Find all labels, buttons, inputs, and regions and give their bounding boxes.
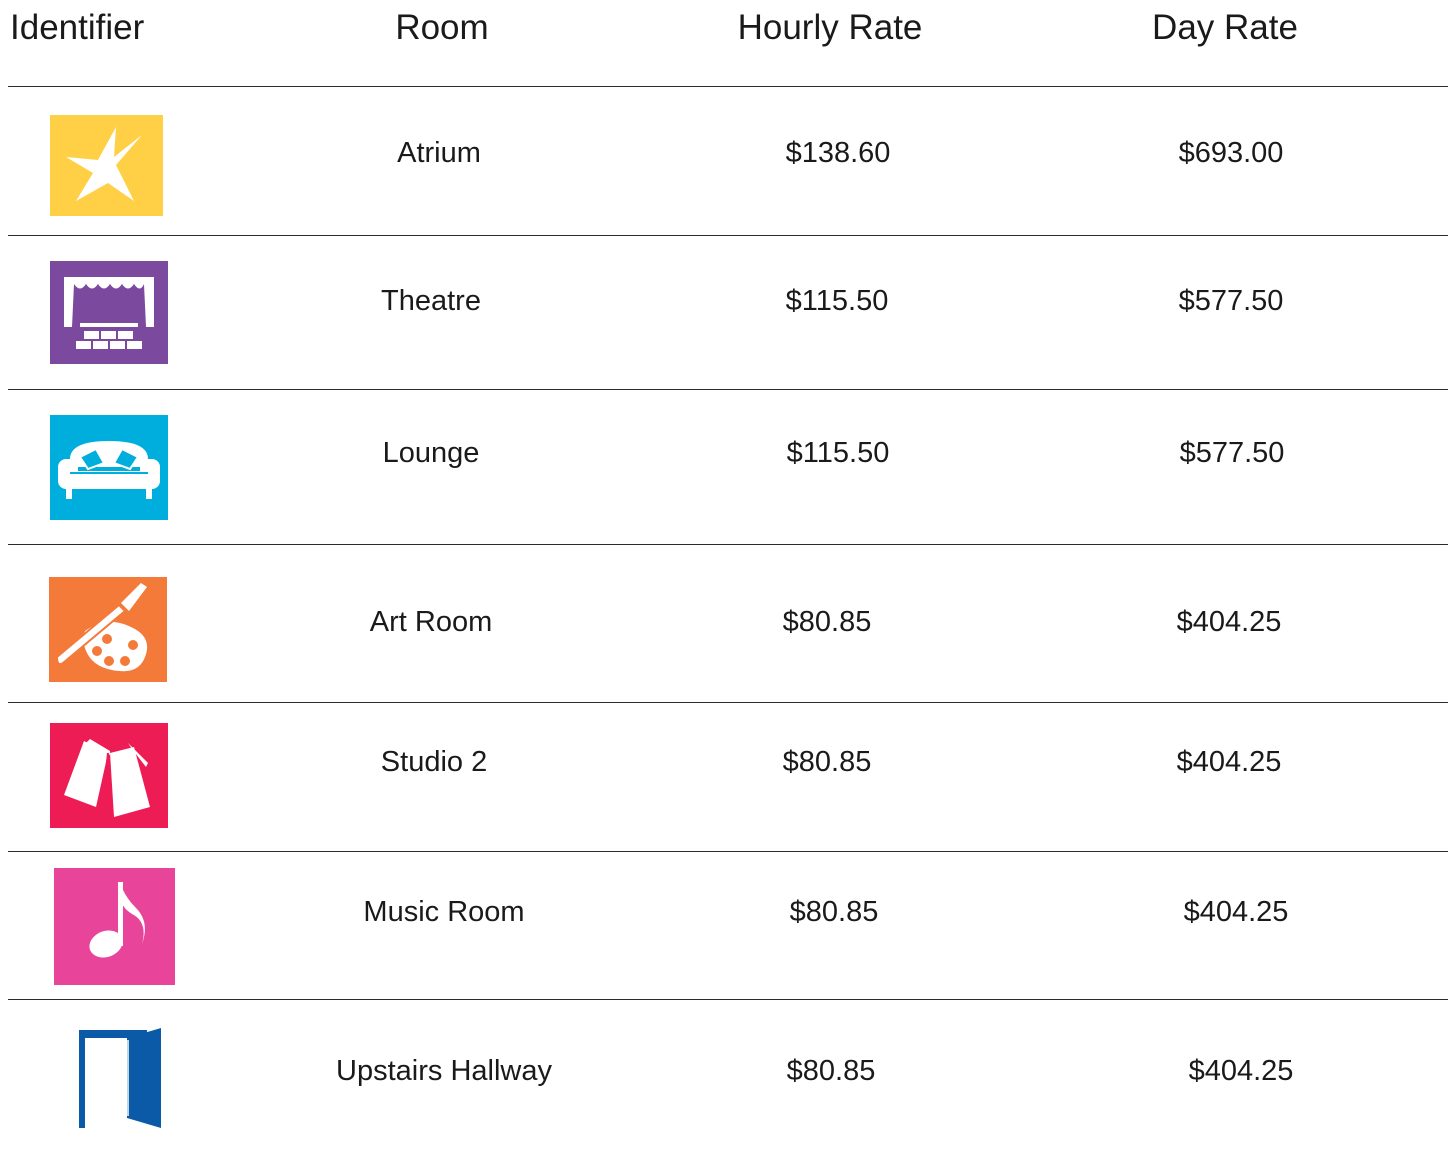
hourly-rate: $115.50 bbox=[786, 437, 890, 469]
room-name: Art Room bbox=[369, 606, 493, 638]
room-name: Atrium bbox=[397, 137, 481, 169]
divider bbox=[8, 235, 1448, 236]
day-rate: $577.50 bbox=[1178, 285, 1284, 317]
divider bbox=[8, 999, 1448, 1000]
day-rate: $693.00 bbox=[1178, 137, 1284, 169]
paint-palette-icon bbox=[49, 577, 167, 682]
hourly-rate: $80.85 bbox=[789, 896, 879, 928]
room-name: Studio 2 bbox=[380, 746, 488, 778]
day-rate: $577.50 bbox=[1179, 437, 1285, 469]
day-rate: $404.25 bbox=[1183, 896, 1289, 928]
divider bbox=[8, 389, 1448, 390]
header-day-rate: Day Rate bbox=[1152, 8, 1298, 47]
rate-table: Identifier Room Hourly Rate Day Rate Atr… bbox=[0, 0, 1452, 1151]
header-identifier: Identifier bbox=[10, 8, 145, 47]
day-rate: $404.25 bbox=[1176, 746, 1282, 778]
sofa-icon bbox=[50, 415, 168, 520]
header-room: Room bbox=[395, 8, 489, 47]
room-name: Music Room bbox=[363, 896, 525, 928]
hourly-rate: $80.85 bbox=[782, 606, 872, 638]
music-note-icon bbox=[54, 868, 175, 985]
theatre-stage-icon bbox=[50, 261, 168, 364]
hourly-rate: $80.85 bbox=[782, 746, 872, 778]
header-hourly-rate: Hourly Rate bbox=[737, 8, 923, 47]
hourly-rate: $80.85 bbox=[786, 1055, 876, 1087]
open-book-icon bbox=[50, 723, 168, 828]
room-name: Lounge bbox=[382, 437, 480, 469]
divider bbox=[8, 86, 1448, 87]
hourly-rate: $138.60 bbox=[785, 137, 891, 169]
day-rate: $404.25 bbox=[1176, 606, 1282, 638]
day-rate: $404.25 bbox=[1188, 1055, 1294, 1087]
divider bbox=[8, 544, 1448, 545]
divider bbox=[8, 702, 1448, 703]
divider bbox=[8, 851, 1448, 852]
room-name: Theatre bbox=[381, 285, 481, 317]
star-icon bbox=[50, 115, 163, 216]
open-door-icon bbox=[77, 1026, 162, 1129]
room-name: Upstairs Hallway bbox=[336, 1055, 552, 1087]
hourly-rate: $115.50 bbox=[785, 285, 889, 317]
